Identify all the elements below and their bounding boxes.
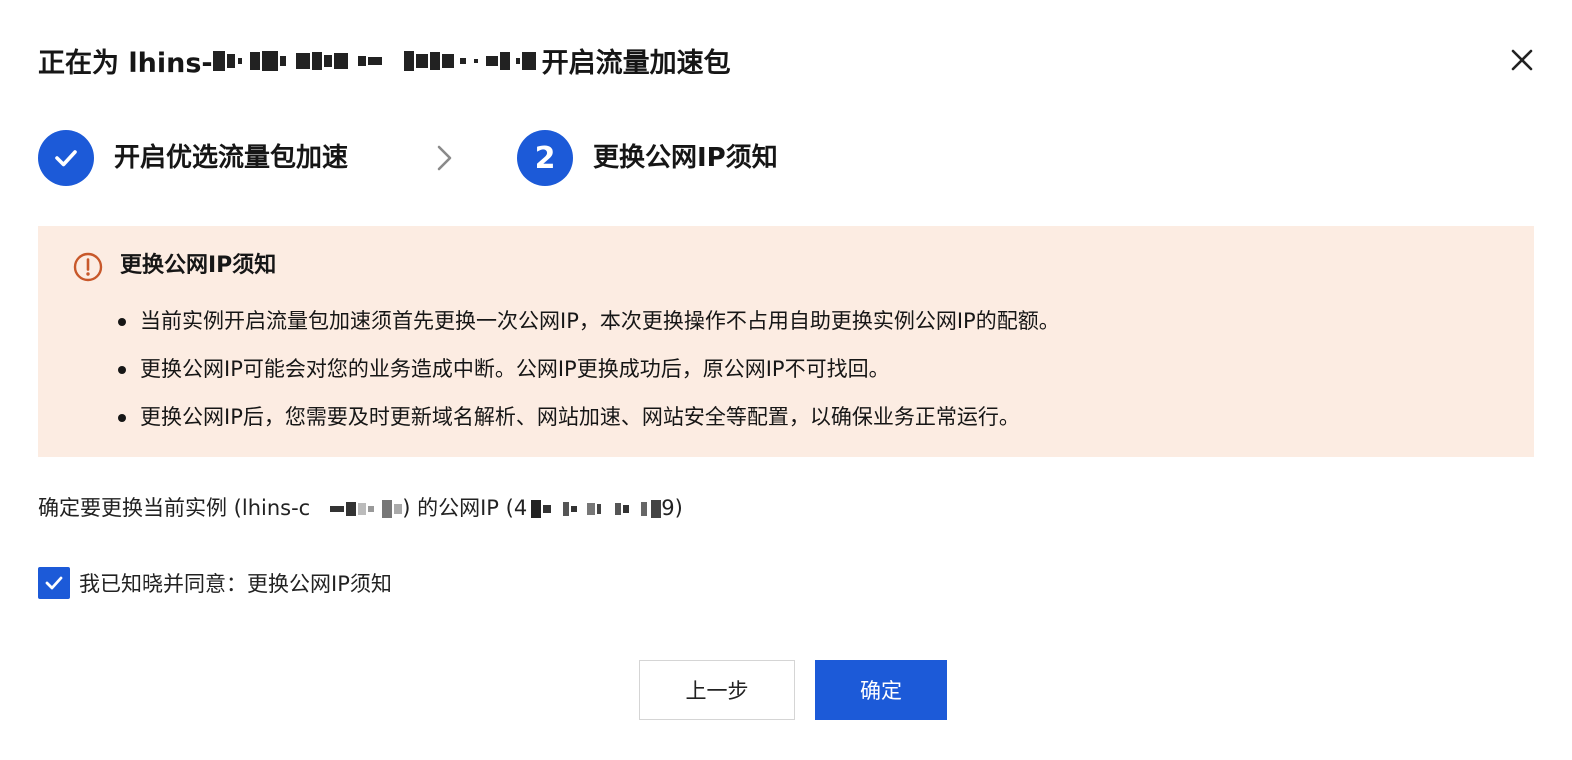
confirm-text: 确定要更换当前实例 (lhins-c ) 的公网IP (4 9) bbox=[38, 490, 683, 526]
dialog-title-prefix: 正在为 lhins- bbox=[38, 47, 213, 79]
step-1-check-icon bbox=[38, 130, 94, 186]
notice-item: 更换公网IP后，您需要及时更新域名解析、网站加速、网站安全等配置，以确保业务正常… bbox=[118, 400, 1060, 448]
notice-list: 当前实例开启流量包加速须首先更换一次公网IP，本次更换操作不占用自助更换实例公网… bbox=[118, 304, 1060, 448]
confirm-middle: ) 的公网IP (4 bbox=[402, 496, 528, 520]
dialog-title: 正在为 lhins- 开启流量加速包 bbox=[38, 38, 731, 82]
step-2-number: 2 bbox=[517, 130, 573, 186]
step-2-label: 更换公网IP须知 bbox=[593, 143, 778, 173]
agreement-label: 我已知晓并同意：更换公网IP须知 bbox=[79, 571, 392, 596]
redacted-instance-id bbox=[212, 45, 536, 76]
dialog-title-suffix: 开启流量加速包 bbox=[541, 47, 731, 79]
redacted-ip-address bbox=[531, 490, 662, 526]
notice-panel: 更换公网IP须知 当前实例开启流量包加速须首先更换一次公网IP，本次更换操作不占… bbox=[38, 226, 1534, 457]
step-1-label: 开启优选流量包加速 bbox=[114, 143, 349, 173]
steps-indicator: 开启优选流量包加速 2 更换公网IP须知 bbox=[38, 130, 938, 186]
notice-title: 更换公网IP须知 bbox=[120, 253, 277, 278]
agreement-checkbox-row[interactable]: 我已知晓并同意：更换公网IP须知 bbox=[38, 566, 392, 599]
change-ip-dialog: 正在为 lhins- 开启流量加速包 开启优选流量包加速 2 更换公网IP须知 … bbox=[0, 0, 1572, 760]
chevron-right-icon bbox=[437, 145, 452, 171]
notice-item: 更换公网IP可能会对您的业务造成中断。公网IP更换成功后，原公网IP不可找回。 bbox=[118, 352, 1060, 400]
notice-item: 当前实例开启流量包加速须首先更换一次公网IP，本次更换操作不占用自助更换实例公网… bbox=[118, 304, 1060, 352]
checkbox-checked-icon[interactable] bbox=[38, 566, 70, 599]
close-icon[interactable] bbox=[1506, 44, 1538, 76]
previous-step-button[interactable]: 上一步 bbox=[639, 660, 795, 720]
confirm-prefix: 确定要更换当前实例 (lhins-c bbox=[38, 496, 311, 520]
confirm-button[interactable]: 确定 bbox=[815, 660, 947, 720]
redacted-instance-id-short bbox=[330, 490, 403, 526]
warning-circle-icon bbox=[73, 252, 103, 282]
confirm-suffix: 9) bbox=[661, 496, 683, 520]
